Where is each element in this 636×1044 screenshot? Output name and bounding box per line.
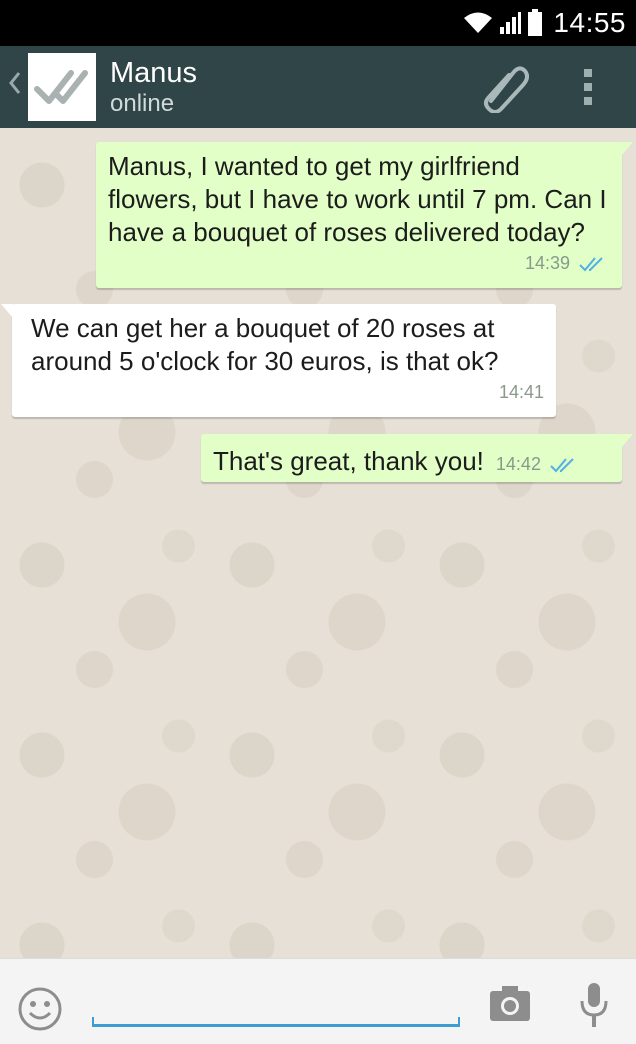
message-time: 14:39	[524, 253, 570, 273]
message-text: That's great, thank you!	[213, 446, 484, 476]
double-check-icon	[34, 70, 88, 104]
contact-info[interactable]: Manus online	[110, 56, 197, 118]
attach-button[interactable]	[473, 57, 533, 117]
signal-icon	[499, 11, 522, 35]
contact-name: Manus	[110, 57, 198, 89]
chat-area[interactable]: Manus, I wanted to get my girlfriend flo…	[0, 128, 636, 958]
message-input-bar	[0, 958, 636, 1044]
message-text: Manus, I wanted to get my girlfriend flo…	[108, 151, 607, 247]
message-bubble-outgoing[interactable]: Manus, I wanted to get my girlfriend flo…	[96, 142, 633, 288]
chevron-left-icon[interactable]	[2, 70, 28, 104]
chat-header: Manus online	[0, 46, 636, 128]
microphone-icon[interactable]	[578, 981, 610, 1029]
attach-icon	[484, 66, 529, 113]
message-time: 14:41	[498, 382, 544, 402]
message-bubble-incoming[interactable]: We can get her a bouquet of 20 roses at …	[1, 304, 556, 417]
message-bubble-outgoing[interactable]: That's great, thank you! 14:42	[201, 434, 633, 482]
input-underline	[92, 1017, 460, 1027]
wifi-icon	[463, 12, 493, 34]
emoji-icon[interactable]	[17, 986, 63, 1032]
read-receipt-icon	[550, 457, 574, 472]
read-receipt-icon	[579, 256, 603, 271]
message-text: We can get her a bouquet of 20 roses at …	[31, 313, 499, 376]
status-time: 14:55	[553, 7, 626, 38]
message-time: 14:42	[495, 454, 541, 474]
battery-icon	[527, 9, 543, 37]
contact-status: online	[110, 90, 175, 117]
status-bar: 14:55	[0, 0, 636, 46]
avatar[interactable]	[28, 53, 96, 121]
overflow-menu-icon[interactable]	[573, 57, 603, 117]
camera-icon[interactable]	[488, 983, 532, 1023]
